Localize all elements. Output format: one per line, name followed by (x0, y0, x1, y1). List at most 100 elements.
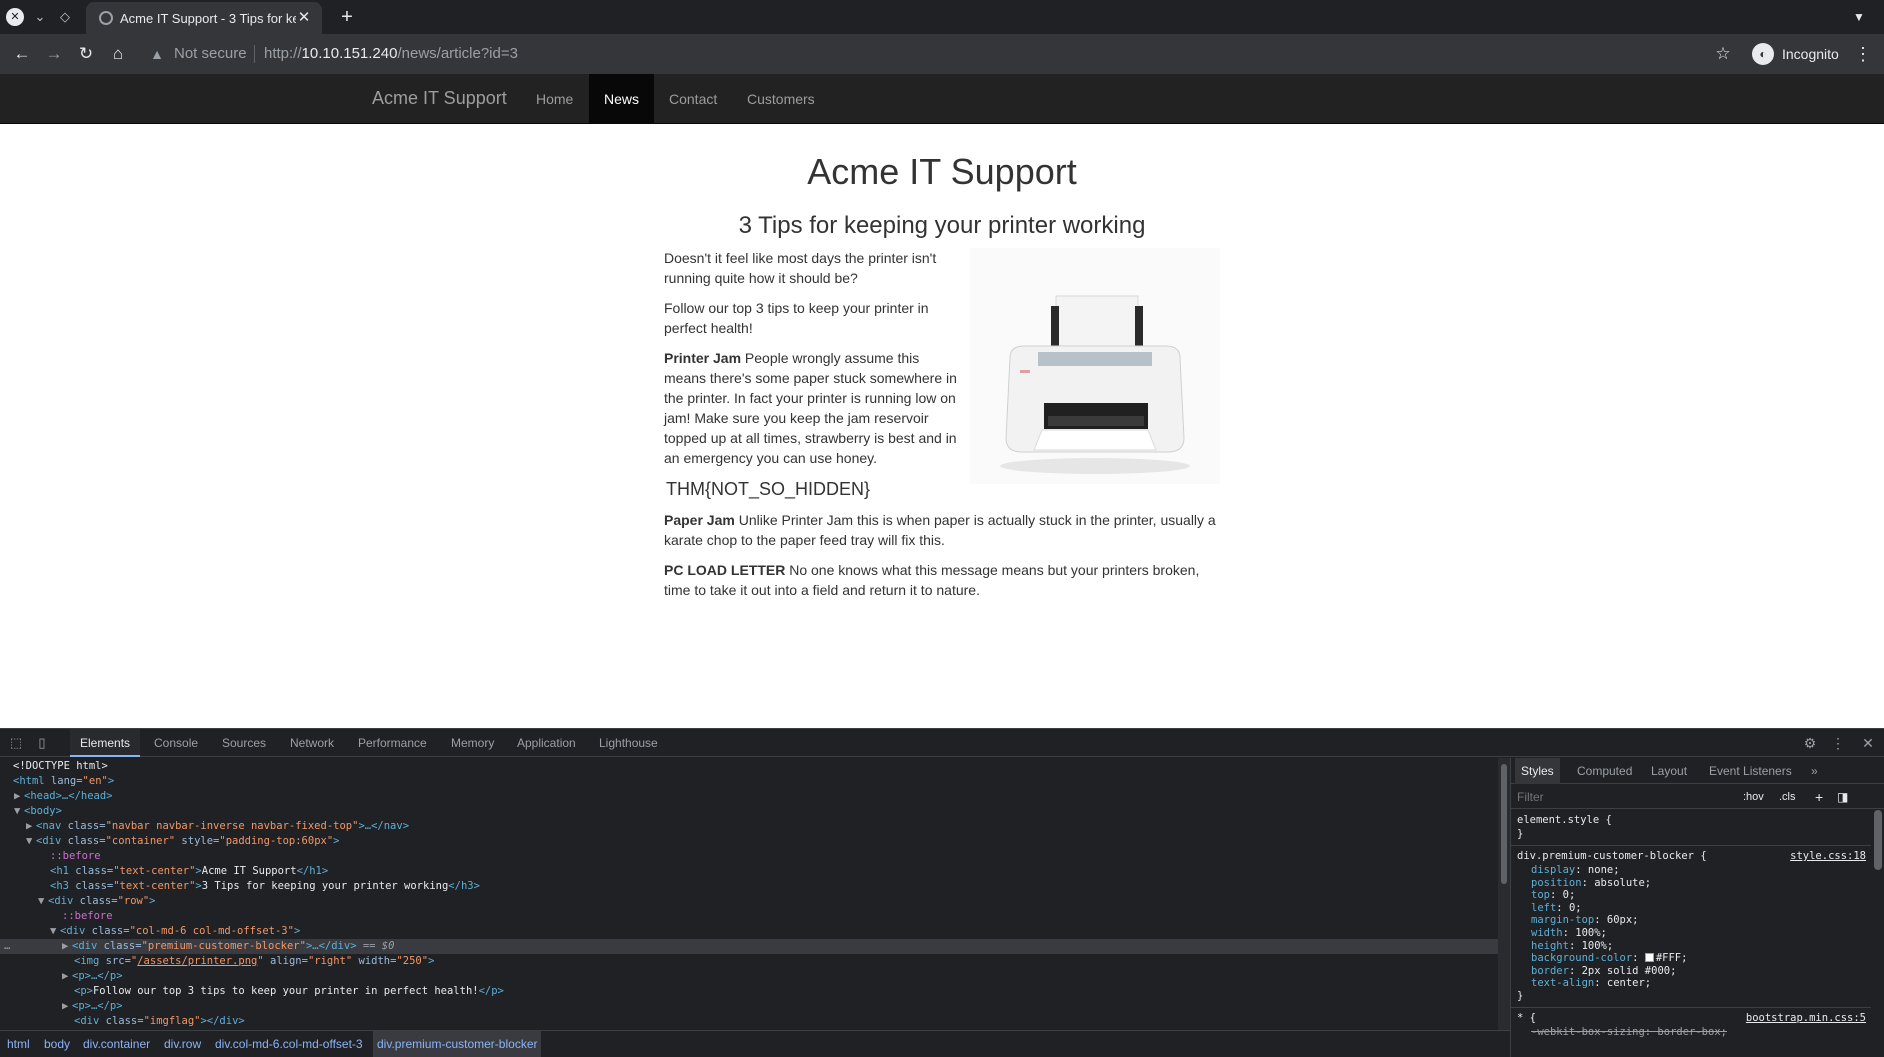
globe-icon (99, 11, 113, 25)
forward-icon[interactable]: → (42, 43, 66, 65)
element-style-rule[interactable]: element.style { (1517, 813, 1867, 827)
tab-title: Acme IT Support - 3 Tips for keeping you… (120, 11, 296, 26)
breadcrumb-item[interactable]: html (7, 1031, 30, 1057)
dom-node[interactable]: ▼ <div class="row"> (38, 894, 156, 909)
more-tabs-icon[interactable]: » (1805, 758, 1824, 784)
breadcrumb-item[interactable]: div.container (83, 1031, 150, 1057)
dom-node[interactable]: ▼ <body> (14, 804, 62, 819)
breadcrumb-item-selected[interactable]: div.premium-customer-blocker (373, 1031, 542, 1057)
tab-styles[interactable]: Styles (1515, 758, 1560, 784)
nav-news[interactable]: News (589, 74, 655, 124)
scrollbar-thumb[interactable] (1501, 764, 1507, 884)
add-rule-icon[interactable]: + (1815, 789, 1823, 805)
css-declaration[interactable]: -webkit-box-sizing: border-box; (1531, 1025, 1881, 1039)
gear-icon[interactable]: ⚙ (1802, 734, 1818, 752)
devtools-close-icon[interactable]: ✕ (1860, 734, 1876, 752)
close-icon[interactable]: ✕ (6, 8, 24, 26)
css-property: margin-top (1531, 914, 1595, 927)
devtools-tab-performance[interactable]: Performance (348, 729, 437, 757)
devtools-tab-sources[interactable]: Sources (212, 729, 276, 757)
styles-scrollbar[interactable] (1874, 810, 1882, 870)
browser-tab[interactable]: Acme IT Support - 3 Tips for keeping you… (86, 2, 322, 34)
browser-tabstrip: ✕ ⌄ ◇ Acme IT Support - 3 Tips for keepi… (0, 0, 1884, 34)
devtools-tab-memory[interactable]: Memory (441, 729, 504, 757)
expand-icon[interactable]: ▶ (62, 939, 72, 954)
warning-icon[interactable]: ▲ (149, 46, 165, 62)
devtools-tab-elements[interactable]: Elements (70, 729, 141, 757)
back-icon[interactable]: ← (10, 43, 34, 65)
url-text[interactable]: http://10.10.151.240/news/article?id=3 (264, 45, 518, 63)
dom-node[interactable]: <h3 class="text-center">3 Tips for keepi… (50, 879, 480, 894)
breadcrumb-item[interactable]: div.col-md-6.col-md-offset-3 (215, 1031, 363, 1057)
dom-node[interactable]: ▶ <head>…</head> (14, 789, 113, 804)
dom-node[interactable]: <img src="/assets/printer.png" align="ri… (74, 954, 434, 969)
expand-icon[interactable]: ▶ (14, 789, 24, 804)
tab-layout[interactable]: Layout (1645, 758, 1693, 784)
tab-computed[interactable]: Computed (1571, 758, 1638, 784)
css-colon: : (1632, 952, 1645, 965)
dom-node[interactable]: ▶ <nav class="navbar navbar-inverse navba… (26, 819, 409, 834)
devtools-tab-network[interactable]: Network (280, 729, 344, 757)
dom-node[interactable]: ▼ <div class="container" style="padding-t… (26, 834, 340, 849)
tab-search-icon[interactable]: ◇ (56, 8, 74, 26)
css-value: 100%; (1575, 927, 1607, 939)
dom-link[interactable]: /assets/printer.png (137, 955, 257, 967)
dom-node[interactable]: <html lang="en"> (13, 774, 114, 789)
devtools-tab-application[interactable]: Application (507, 729, 586, 757)
dom-node[interactable]: <h1 class="text-center">Acme IT Support<… (50, 864, 328, 879)
hov-button[interactable]: :hov (1743, 789, 1764, 805)
tab-list-icon[interactable]: ▼ (1850, 8, 1868, 26)
css-brace: } (1517, 828, 1524, 840)
devtools-tab-lighthouse[interactable]: Lighthouse (589, 729, 668, 757)
address-bar[interactable]: ▲ Not secure http://10.10.151.240/news/a… (132, 39, 1752, 69)
css-source-link[interactable]: bootstrap.min.css:5 (1746, 1011, 1866, 1025)
nav-home[interactable]: Home (521, 74, 588, 124)
dom-node-selected[interactable]: … ▶ <div class="premium-customer-blocker">… (0, 939, 1498, 954)
css-value: 100%; (1581, 939, 1614, 952)
nav-contact[interactable]: Contact (654, 74, 732, 124)
expand-icon[interactable]: ▶ (62, 999, 72, 1014)
breadcrumb-item[interactable]: body (44, 1031, 70, 1057)
dom-tree[interactable]: <!DOCTYPE html> <html lang="en"> ▶ <head>… (0, 758, 1498, 1030)
new-tab-button[interactable]: + (336, 6, 358, 28)
reload-icon[interactable]: ↻ (74, 43, 98, 65)
css-source-link[interactable]: style.css:18 (1790, 849, 1866, 863)
devtools-tab-console[interactable]: Console (144, 729, 208, 757)
device-toggle-icon[interactable]: ▯ (34, 735, 50, 751)
incognito-label: Incognito (1782, 46, 1839, 62)
dom-node[interactable]: ▶ <p>…</p> (62, 969, 123, 984)
dom-node[interactable]: ▼ <div class="col-md-6 col-md-offset-3"> (50, 924, 300, 939)
dom-node[interactable]: <!DOCTYPE html> (13, 759, 108, 774)
collapse-icon[interactable]: ▼ (14, 804, 24, 819)
browser-toolbar: ← → ↻ ⌂ ▲ Not secure http://10.10.151.24… (0, 34, 1884, 74)
dom-node[interactable]: <p>Follow our top 3 tips to keep your pr… (74, 984, 504, 999)
star-icon[interactable]: ☆ (1712, 43, 1734, 65)
dom-node[interactable]: ▶ <p>…</p> (62, 999, 123, 1014)
dom-node[interactable]: ::before (62, 909, 113, 924)
tab-event-listeners[interactable]: Event Listeners (1703, 758, 1798, 784)
nav-customers[interactable]: Customers (732, 74, 830, 124)
home-icon[interactable]: ⌂ (106, 43, 130, 65)
security-label[interactable]: Not secure (174, 46, 247, 62)
tab-close-icon[interactable]: ✕ (296, 9, 312, 27)
sidebar-toggle-icon[interactable]: ◨ (1837, 789, 1848, 805)
color-swatch[interactable] (1644, 953, 1654, 963)
chevron-down-icon[interactable]: ⌄ (31, 8, 49, 26)
collapse-icon[interactable]: ▼ (38, 894, 48, 909)
breadcrumb-item[interactable]: div.row (164, 1031, 201, 1057)
inspect-icon[interactable]: ⬚ (8, 735, 24, 751)
expand-icon[interactable]: ▶ (26, 819, 36, 834)
kebab-icon[interactable]: ⋮ (1854, 43, 1872, 65)
incognito-icon: ◐ (1752, 43, 1774, 65)
site-brand[interactable]: Acme IT Support (372, 88, 507, 108)
collapse-icon[interactable]: ▼ (50, 924, 60, 939)
dom-node[interactable]: ::before (50, 849, 101, 864)
cls-button[interactable]: .cls (1779, 789, 1796, 805)
collapse-icon[interactable]: ▼ (26, 834, 36, 849)
dom-node[interactable]: <div class="imgflag"></div> (74, 1014, 245, 1029)
css-property: position (1531, 876, 1582, 889)
devtools-menu-icon[interactable]: ⋮ (1830, 734, 1846, 752)
styles-filter-input[interactable] (1517, 788, 1737, 806)
expand-icon[interactable]: ▶ (62, 969, 72, 984)
dom-scrollbar[interactable] (1498, 758, 1510, 1030)
